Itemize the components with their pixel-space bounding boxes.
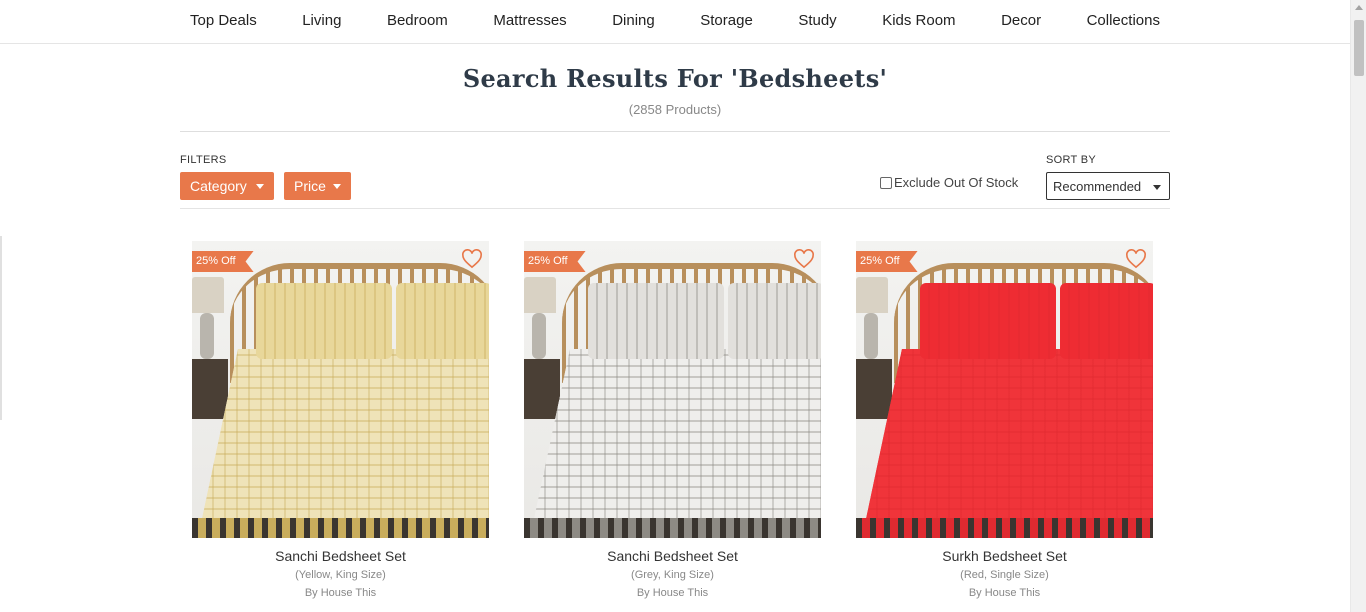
pillow <box>728 283 821 359</box>
lamp-shade <box>524 277 556 313</box>
bedroom-scene <box>856 241 1153 538</box>
caret-down-icon <box>333 184 341 189</box>
filters-label: FILTERS <box>180 154 227 166</box>
divider <box>180 208 1170 209</box>
nav-item-bedroom[interactable]: Bedroom <box>387 12 448 29</box>
nav-item-top-deals[interactable]: Top Deals <box>190 12 257 29</box>
sort-by-label: SORT BY <box>1046 154 1096 166</box>
pillow <box>396 283 489 359</box>
nav-item-collections[interactable]: Collections <box>1087 12 1160 29</box>
product-image[interactable]: 25% Off <box>524 241 821 538</box>
price-filter-label: Price <box>294 178 326 194</box>
divider <box>180 131 1170 132</box>
category-filter-button[interactable]: Category <box>180 172 274 200</box>
exclude-out-of-stock-checkbox[interactable] <box>880 176 892 189</box>
pillow <box>588 283 724 359</box>
wishlist-heart-icon[interactable] <box>1125 249 1147 269</box>
nightstand <box>192 359 228 419</box>
exclude-out-of-stock-label: Exclude Out Of Stock <box>894 175 1019 190</box>
product-variant: (Yellow, King Size) <box>295 569 386 581</box>
product-name[interactable]: Surkh Bedsheet Set <box>856 548 1153 564</box>
lamp-base <box>864 313 878 359</box>
nav-item-decor[interactable]: Decor <box>1001 12 1041 29</box>
pillow <box>256 283 392 359</box>
product-image[interactable]: 25% Off <box>192 241 489 538</box>
bedsheet <box>202 349 489 519</box>
exclude-out-of-stock-toggle[interactable]: Exclude Out Of Stock <box>880 175 1018 190</box>
price-filter-button[interactable]: Price <box>284 172 351 200</box>
product-brand: By House This <box>636 587 709 599</box>
scroll-up-arrow-icon[interactable] <box>1355 5 1363 10</box>
nightstand <box>524 359 560 419</box>
product-name[interactable]: Sanchi Bedsheet Set <box>192 548 489 564</box>
bedsheet <box>534 349 821 519</box>
nav-item-storage[interactable]: Storage <box>700 12 753 29</box>
bedsheet-border <box>524 518 821 538</box>
left-edge-panel <box>0 236 2 420</box>
pillow <box>1060 283 1153 359</box>
lamp-shade <box>192 277 224 313</box>
category-filter-label: Category <box>190 178 247 194</box>
discount-badge: 25% Off <box>524 251 586 272</box>
product-count: (2858 Products) <box>628 102 722 117</box>
nav-item-mattresses[interactable]: Mattresses <box>493 12 566 29</box>
nav-item-study[interactable]: Study <box>798 12 836 29</box>
caret-down-icon <box>1153 185 1161 190</box>
nightstand <box>856 359 892 419</box>
sort-selected-value: Recommended <box>1053 178 1142 194</box>
nav-item-kids-room[interactable]: Kids Room <box>882 12 955 29</box>
top-navigation: Top Deals Living Bedroom Mattresses Dini… <box>0 0 1350 44</box>
bedroom-scene <box>192 241 489 538</box>
sort-select[interactable]: Recommended <box>1046 172 1170 200</box>
product-brand: By House This <box>304 587 377 599</box>
lamp-base <box>200 313 214 359</box>
discount-badge: 25% Off <box>856 251 918 272</box>
scrollbar-thumb[interactable] <box>1354 20 1364 76</box>
page-title: Search Results For 'Bedsheets' <box>462 64 888 93</box>
caret-down-icon <box>256 184 264 189</box>
discount-badge: 25% Off <box>192 251 254 272</box>
wishlist-heart-icon[interactable] <box>793 249 815 269</box>
product-brand: By House This <box>968 587 1041 599</box>
product-image[interactable]: 25% Off <box>856 241 1153 538</box>
lamp-base <box>532 313 546 359</box>
product-variant: (Grey, King Size) <box>631 569 714 581</box>
bedsheet <box>866 349 1153 519</box>
product-variant: (Red, Single Size) <box>960 569 1049 581</box>
page-scrollbar[interactable] <box>1350 0 1366 612</box>
bedsheet-border <box>856 518 1153 538</box>
lamp-shade <box>856 277 888 313</box>
nav-item-living[interactable]: Living <box>302 12 341 29</box>
product-card[interactable]: 25% Off Sanchi Bedsheet Set (Grey, King … <box>524 241 821 599</box>
bedsheet-border <box>192 518 489 538</box>
pillow <box>920 283 1056 359</box>
wishlist-heart-icon[interactable] <box>461 249 483 269</box>
product-card[interactable]: 25% Off Surkh Bedsheet Set (Red, Single … <box>856 241 1153 599</box>
bedroom-scene <box>524 241 821 538</box>
product-card[interactable]: 25% Off Sanchi Bedsheet Set (Yellow, Kin… <box>192 241 489 599</box>
product-name[interactable]: Sanchi Bedsheet Set <box>524 548 821 564</box>
nav-item-dining[interactable]: Dining <box>612 12 655 29</box>
